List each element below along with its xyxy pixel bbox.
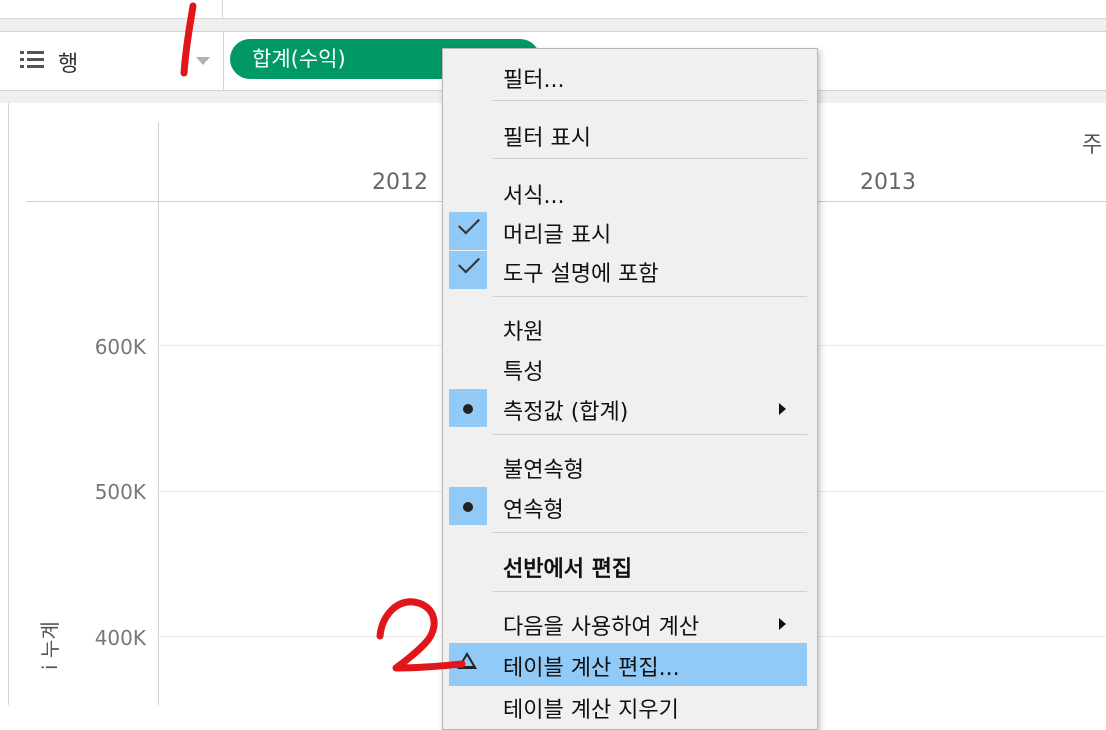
menu-item-label: 머리글 표시 [503,223,612,248]
menu-item-filter[interactable]: 필터... [443,57,815,95]
y-axis-title[interactable]: i 누계 [34,621,63,670]
pill-context-menu: 필터... 필터 표시 서식... 머리글 표시 도구 설명에 포함 차원 특성… [442,48,818,730]
submenu-arrow-icon [779,618,786,630]
check-box [449,251,487,289]
menu-separator [493,532,807,533]
menu-item-clear-table-calculation[interactable]: 테이블 계산 지우기 [443,687,815,725]
menu-item-label: 테이블 계산 지우기 [503,698,679,723]
menu-separator [493,591,807,592]
menu-separator [493,158,807,159]
menu-item-discrete[interactable]: 불연속형 [443,447,815,485]
checkmark-icon [458,212,480,235]
top-toolbar-strip [0,0,1106,19]
y-tick-label: 600K [94,335,146,359]
radio-box [449,389,487,427]
radio-dot-icon [463,404,473,414]
menu-separator [493,100,807,101]
menu-item-compute-using[interactable]: 다음을 사용하여 계산 [443,604,815,642]
menu-item-label: 필터... [503,68,565,93]
menu-item-include-in-tooltip[interactable]: 도구 설명에 포함 [443,251,815,289]
menu-item-label: 특성 [503,360,544,385]
menu-item-label: 도구 설명에 포함 [503,262,659,287]
column-header-partial: 주 [1082,133,1103,158]
menu-item-attribute[interactable]: 특성 [443,349,815,387]
y-axis-line [158,122,159,705]
menu-item-label: 차원 [503,320,544,345]
menu-item-label: 연속형 [503,498,564,523]
rows-shelf-header[interactable]: 행 [8,32,224,90]
menu-separator [493,296,807,297]
chevron-down-icon[interactable] [196,57,210,65]
year-header-2013[interactable]: 2013 [860,170,916,195]
menu-item-label: 측정값 (합계) [503,400,629,425]
menu-item-continuous[interactable]: 연속형 [443,487,815,525]
top-divider [222,0,223,18]
radio-dot-icon [463,502,473,512]
shelf-gap [0,19,1106,31]
menu-item-format[interactable]: 서식... [443,173,815,211]
menu-item-label: 서식... [503,184,565,209]
menu-item-label: 다음을 사용하여 계산 [503,615,700,640]
menu-item-measure-sum[interactable]: 측정값 (합계) [443,389,815,427]
menu-item-edit-in-shelf[interactable]: 선반에서 편집 [443,546,815,584]
check-box [449,212,487,250]
rows-shelf-label: 행 [58,52,79,77]
y-tick-label: 400K [94,626,146,650]
radio-box [449,487,487,525]
y-tick-label: 500K [94,480,146,504]
delta-icon [457,652,477,669]
checkmark-icon [458,251,480,274]
rows-list-icon [20,51,44,69]
menu-item-label: 테이블 계산 편집... [503,656,680,681]
menu-item-show-header[interactable]: 머리글 표시 [443,212,815,250]
menu-item-edit-table-calculation[interactable]: 테이블 계산 편집... [449,643,807,686]
menu-item-dimension[interactable]: 차원 [443,309,815,347]
submenu-arrow-icon [779,403,786,415]
menu-item-label: 불연속형 [503,458,584,483]
menu-separator [493,434,807,435]
menu-item-label: 필터 표시 [503,126,591,151]
menu-item-label: 선반에서 편집 [503,557,633,582]
year-header-2012[interactable]: 2012 [372,170,428,195]
menu-item-show-filter[interactable]: 필터 표시 [443,115,815,153]
